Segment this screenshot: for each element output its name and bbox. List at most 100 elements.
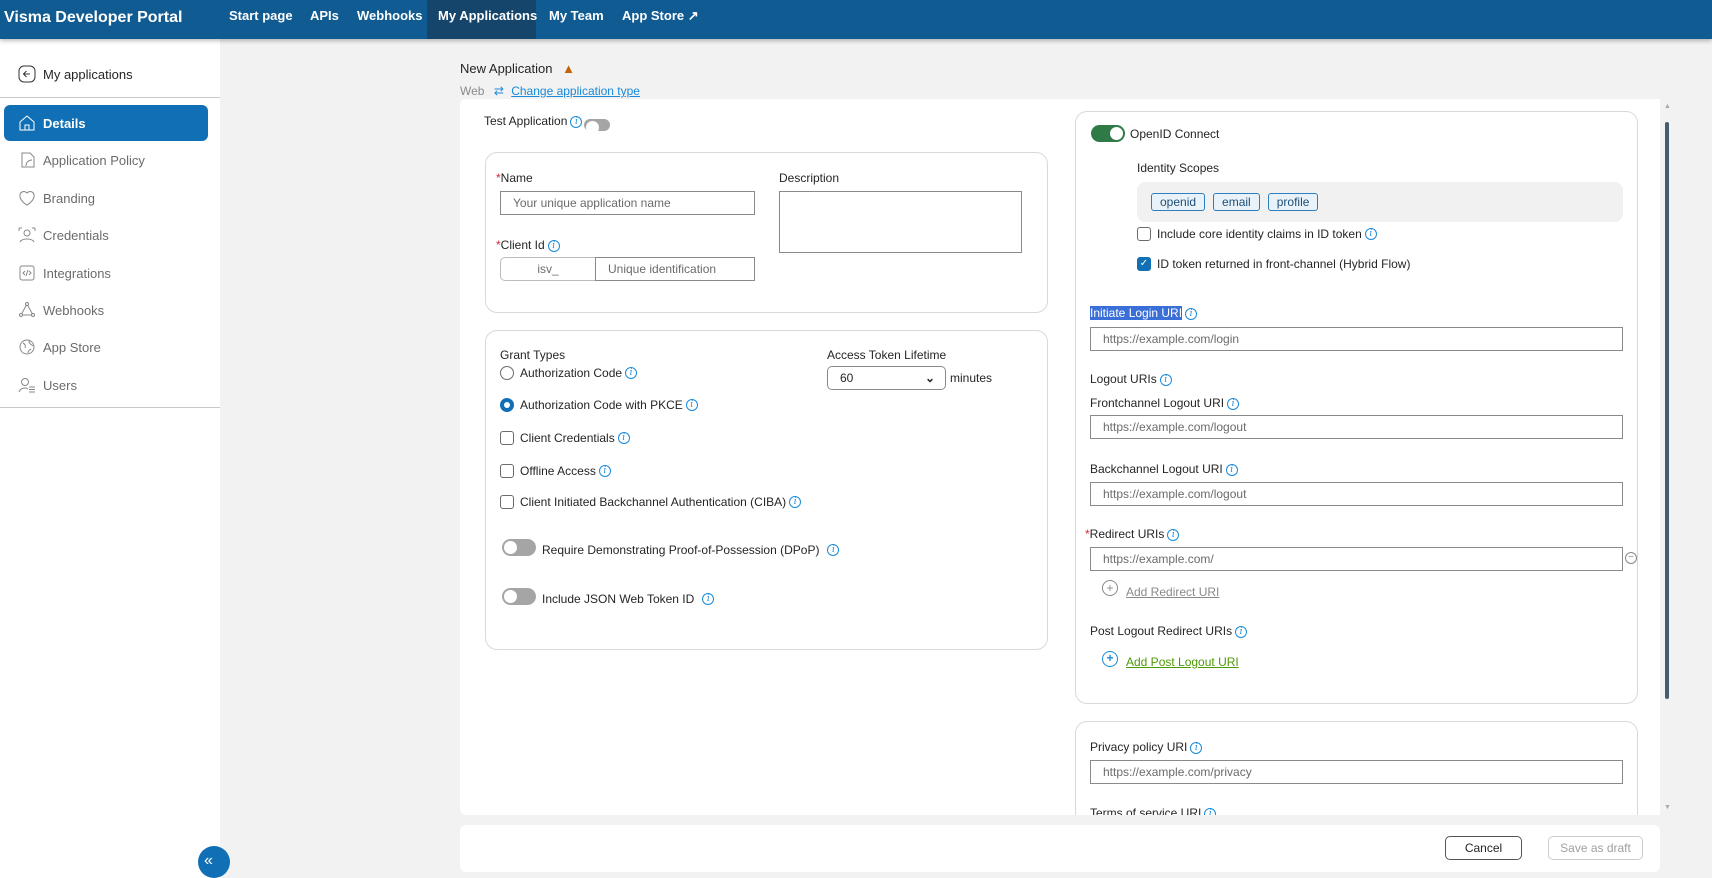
redirect-uri-input[interactable]: https://example.com/ [1090, 547, 1623, 571]
info-icon[interactable]: i [1364, 228, 1377, 240]
info-icon[interactable]: i [685, 399, 698, 411]
nav-app-store[interactable]: App Store ↗ [611, 0, 710, 39]
scrollbar[interactable]: ▲ ▼ [1660, 99, 1672, 815]
name-input[interactable]: Your unique application name [500, 191, 755, 215]
divider [0, 97, 220, 98]
grant-ciba[interactable]: Client Initiated Backchannel Authenticat… [500, 495, 802, 509]
name-label-text: Name [500, 171, 533, 185]
info-icon[interactable]: i [1204, 808, 1217, 815]
grant-label: Authorization Code with PKCE [520, 398, 683, 412]
nav-my-team[interactable]: My Team [538, 0, 615, 39]
save-as-draft-button[interactable]: Save as draft [1548, 836, 1643, 860]
backchannel-input[interactable]: https://example.com/logout [1090, 482, 1623, 506]
checkbox[interactable] [500, 464, 514, 478]
info-icon[interactable]: i [570, 116, 583, 128]
scope-tag[interactable]: profile [1267, 193, 1319, 211]
info-icon[interactable]: i [625, 367, 638, 379]
grant-label: Authorization Code [520, 366, 623, 380]
scrollbar-thumb[interactable] [1665, 122, 1669, 699]
nav-my-applications[interactable]: My Applications [427, 0, 537, 39]
client-id-prefix: isv_ [500, 257, 596, 281]
grant-offline-access[interactable]: Offline Access i [500, 464, 611, 478]
add-redirect-uri[interactable]: + Add Redirect URI [1102, 577, 1219, 599]
nav-webhooks[interactable]: Webhooks [346, 0, 434, 39]
scope-tag[interactable]: openid [1151, 193, 1206, 211]
jwt-id-toggle[interactable] [502, 588, 536, 605]
select-value: 60 [840, 371, 854, 385]
access-token-lifetime-select[interactable]: 60 ⌄ [827, 366, 946, 390]
info-icon[interactable]: i [1235, 626, 1248, 638]
sidebar-item-label: Branding [43, 190, 96, 206]
checkbox[interactable] [500, 431, 514, 445]
info-icon[interactable]: i [1190, 742, 1203, 754]
add-redirect-uri-link[interactable]: Add Redirect URI [1126, 585, 1219, 599]
info-icon[interactable]: i [598, 465, 611, 477]
info-icon[interactable]: i [702, 593, 715, 605]
back-label: My applications [43, 66, 133, 82]
checkbox[interactable] [500, 495, 514, 509]
sidebar-item-credentials[interactable]: Credentials [4, 217, 208, 253]
client-id-input[interactable]: Unique identification [595, 257, 755, 281]
post-logout-text: Post Logout Redirect URIs [1090, 624, 1233, 638]
include-claims-option[interactable]: Include core identity claims in ID token… [1137, 227, 1377, 241]
info-icon[interactable]: i [617, 432, 630, 444]
grant-authorization-code-pkce[interactable]: Authorization Code with PKCE i [500, 398, 698, 412]
sidebar-item-integrations[interactable]: Integrations [4, 255, 208, 291]
nav-apis[interactable]: APIs [299, 0, 350, 39]
radio-selected[interactable] [500, 398, 514, 412]
scroll-up-icon[interactable]: ▲ [1664, 103, 1671, 110]
info-icon[interactable]: i [1225, 464, 1238, 476]
remove-redirect-uri-icon[interactable]: − [1625, 552, 1637, 564]
info-icon[interactable]: i [1167, 529, 1180, 541]
terms-text: Terms of service URI [1090, 806, 1202, 815]
sidebar-item-branding[interactable]: Branding [4, 180, 208, 216]
scroll-down-icon[interactable]: ▼ [1664, 804, 1671, 811]
frontchannel-input[interactable]: https://example.com/logout [1090, 415, 1623, 439]
add-post-logout-uri[interactable]: + Add Post Logout URI [1102, 649, 1239, 669]
page-title: New Application ▲ [460, 61, 575, 76]
add-post-logout-uri-link[interactable]: Add Post Logout URI [1126, 655, 1239, 669]
back-to-my-applications[interactable]: My applications [4, 56, 208, 92]
app-type-row: Web ⇄ Change application type [460, 84, 640, 98]
description-textarea[interactable] [779, 191, 1022, 253]
hybrid-flow-option[interactable]: ✓ ID token returned in front-channel (Hyb… [1137, 257, 1410, 271]
grant-client-credentials[interactable]: Client Credentials i [500, 431, 630, 445]
nav-app-store-label: App Store [622, 8, 685, 23]
info-icon[interactable]: i [789, 496, 802, 508]
change-application-type-link[interactable]: Change application type [511, 84, 640, 98]
nav-start-page[interactable]: Start page [218, 0, 304, 39]
grant-types-card: Grant Types Authorization Code i Authoriz… [485, 330, 1048, 650]
initiate-login-input[interactable]: https://example.com/login [1090, 327, 1623, 351]
dpop-toggle[interactable] [502, 539, 536, 556]
collapse-sidebar-button[interactable]: « [198, 846, 230, 878]
sidebar-item-label: Credentials [43, 227, 109, 243]
client-id-label: *Client Id i [496, 238, 560, 252]
checkbox[interactable] [1137, 227, 1151, 241]
info-icon[interactable]: i [547, 240, 560, 252]
chevron-down-icon: ⌄ [924, 371, 935, 385]
grant-authorization-code[interactable]: Authorization Code i [500, 366, 638, 380]
plus-circle-icon[interactable]: + [1102, 580, 1118, 596]
app-type: Web [460, 84, 485, 98]
test-application-toggle[interactable] [584, 119, 610, 134]
sidebar-item-users[interactable]: Users [4, 367, 208, 403]
info-icon[interactable]: i [1159, 374, 1172, 386]
info-icon[interactable]: i [1227, 398, 1240, 410]
radio[interactable] [500, 366, 514, 380]
openid-connect-toggle[interactable] [1091, 125, 1125, 142]
sidebar-item-application-policy[interactable]: Application Policy [4, 142, 208, 178]
brand-title[interactable]: Visma Developer Portal [4, 9, 182, 27]
cancel-button[interactable]: Cancel [1445, 836, 1522, 860]
sidebar: My applications Details Application Poli… [0, 39, 220, 878]
access-token-lifetime-label: Access Token Lifetime [827, 348, 947, 362]
info-icon[interactable]: i [1185, 308, 1198, 320]
sidebar-item-app-store[interactable]: App Store [4, 329, 208, 365]
scope-tag[interactable]: email [1213, 193, 1260, 211]
globe-icon [19, 339, 35, 355]
sidebar-item-details[interactable]: Details [4, 105, 208, 141]
plus-circle-icon[interactable]: + [1102, 651, 1118, 667]
sidebar-item-webhooks[interactable]: Webhooks [4, 292, 208, 328]
privacy-policy-input[interactable]: https://example.com/privacy [1090, 760, 1623, 784]
info-icon[interactable]: i [827, 544, 840, 556]
checkbox-checked[interactable]: ✓ [1137, 257, 1151, 271]
